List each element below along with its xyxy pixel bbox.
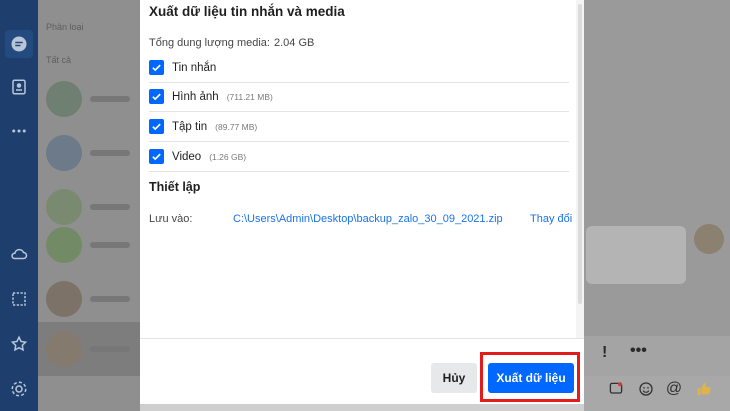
sticker-icon[interactable] (606, 379, 626, 399)
emoji-icon[interactable] (636, 379, 656, 399)
images-size: (711.21 MB) (226, 91, 273, 102)
cloud-tab[interactable] (5, 240, 33, 268)
avatar (46, 281, 82, 317)
screenshot-tab[interactable] (5, 285, 33, 313)
option-messages[interactable]: Tin nhắn (149, 53, 569, 83)
more-icon (12, 129, 26, 133)
images-label: Hình ảnh (172, 90, 219, 103)
avatar (46, 81, 82, 117)
checkmark-icon (152, 64, 161, 72)
conversation-list: Phân loại Tất cả (38, 0, 140, 411)
option-images[interactable]: Hình ảnh (711.21 MB) (149, 82, 569, 112)
message-bubble (586, 226, 686, 284)
checkmark-icon (152, 93, 161, 101)
screenshot-icon (12, 292, 26, 306)
dialog-title: Xuất dữ liệu tin nhắn và media (149, 4, 345, 19)
change-location-link[interactable]: Thay đổi (530, 213, 572, 225)
video-size: (1.26 GB) (209, 151, 247, 162)
dialog-scrollbar[interactable] (576, 0, 584, 338)
total-media-value: 2.04 GB (273, 37, 315, 49)
star-icon (10, 335, 28, 352)
save-location-label: Lưu vào: (149, 213, 193, 225)
checkmark-icon (152, 123, 161, 131)
important-icon[interactable]: ! (602, 344, 607, 362)
favorites-tab[interactable] (5, 330, 33, 358)
option-video[interactable]: Video (1.26 GB) (149, 142, 569, 172)
list-filter-label[interactable]: Phân loại (46, 22, 84, 32)
contacts-tab[interactable] (5, 73, 33, 101)
scrollbar-thumb[interactable] (578, 4, 582, 304)
left-navigation-rail (0, 0, 38, 411)
video-checkbox[interactable] (149, 149, 164, 164)
more-icon[interactable]: ••• (630, 342, 647, 360)
avatar (694, 224, 724, 254)
mention-icon[interactable]: @ (664, 379, 684, 399)
option-files[interactable]: Tập tin (89.77 MB) (149, 112, 569, 142)
dialog-footer: Hủy Xuất dữ liệu (140, 338, 584, 404)
messages-label: Tin nhắn (172, 61, 217, 74)
conversation-row[interactable] (38, 72, 140, 126)
chat-toolbar: ! ••• (584, 336, 730, 376)
cloud-icon (11, 248, 28, 260)
avatar (46, 331, 82, 367)
highlight-annotation (480, 352, 580, 402)
chat-icon (11, 36, 27, 52)
messages-checkbox[interactable] (149, 60, 164, 75)
total-media-label: Tổng dung lượng media: (149, 37, 270, 49)
cancel-button[interactable]: Hủy (431, 363, 477, 393)
settings-tab[interactable] (5, 375, 33, 403)
video-label: Video (172, 150, 202, 163)
images-checkbox[interactable] (149, 89, 164, 104)
chat-tab[interactable] (5, 30, 33, 58)
settings-section-title: Thiết lập (149, 180, 201, 194)
conversation-row[interactable] (38, 272, 140, 326)
conversation-row[interactable] (38, 322, 140, 376)
total-media-size: Tổng dung lượng media: 2.04 GB (149, 37, 314, 49)
checkmark-icon (152, 153, 161, 161)
conversation-row[interactable] (38, 218, 140, 272)
files-size: (89.77 MB) (215, 121, 258, 132)
files-label: Tập tin (172, 120, 208, 133)
more-tab[interactable] (5, 117, 33, 145)
export-data-dialog: Xuất dữ liệu tin nhắn và media Tổng dung… (140, 0, 584, 404)
files-checkbox[interactable] (149, 119, 164, 134)
thumbs-up-icon[interactable] (694, 379, 714, 399)
avatar (46, 227, 82, 263)
contacts-icon (12, 79, 26, 95)
save-location-path: C:\Users\Admin\Desktop\backup_zalo_30_09… (233, 213, 503, 225)
list-tab-label[interactable]: Tất cả (46, 55, 71, 65)
settings-icon (11, 381, 27, 397)
conversation-row[interactable] (38, 126, 140, 180)
avatar (46, 135, 82, 171)
